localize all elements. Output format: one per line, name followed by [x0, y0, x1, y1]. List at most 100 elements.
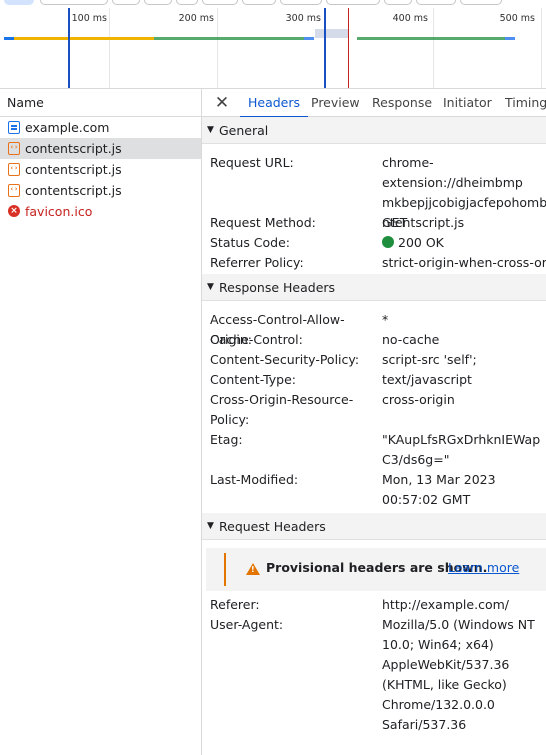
status-text: 200 OK: [398, 235, 444, 250]
filter-chip-manifest[interactable]: [326, 0, 380, 5]
general-section-header[interactable]: ▼ General: [202, 117, 546, 144]
header-value[interactable]: text/javascript: [382, 370, 546, 390]
filter-chip-js[interactable]: [176, 0, 198, 5]
timeline-overview[interactable]: 100 ms 200 ms 300 ms 400 ms 500 ms: [0, 8, 546, 89]
status-ok-icon: [382, 236, 394, 248]
value-line: 10.0; Win64; x64): [382, 637, 494, 652]
filter-chip-other[interactable]: [460, 0, 502, 5]
waterfall-bar: [304, 37, 314, 40]
header-key: Request Method:: [210, 215, 316, 230]
header-value[interactable]: no-cache: [382, 330, 546, 350]
header-key: Content-Type:: [210, 372, 296, 387]
value-line: 00:57:02 GMT: [382, 492, 471, 507]
close-icon[interactable]: ✕: [212, 92, 232, 114]
request-row[interactable]: × favicon.ico: [0, 201, 201, 222]
header-key: Request URL:: [210, 155, 294, 170]
filter-chip-css[interactable]: [144, 0, 172, 5]
value-line: Mozilla/5.0 (Windows NT: [382, 617, 535, 632]
header-key: Content-Security-Policy:: [210, 352, 360, 367]
waterfall-bar: [357, 37, 505, 40]
header-key: Last-Modified:: [210, 472, 299, 487]
collapse-triangle-icon: ▼: [207, 125, 214, 135]
error-icon: ×: [8, 205, 20, 217]
tab-initiator[interactable]: Initiator: [443, 89, 492, 117]
tab-headers[interactable]: Headers: [239, 89, 309, 118]
filter-chip-doc[interactable]: [112, 0, 140, 5]
collapse-triangle-icon: ▼: [207, 282, 214, 292]
section-title: Response Headers: [219, 280, 336, 295]
section-title: Request Headers: [219, 519, 326, 534]
filter-chip-all[interactable]: [4, 0, 34, 5]
grid-line: [109, 8, 110, 88]
header-value[interactable]: "KAupLfsRGxDrhknIEWap C3/ds6g=": [382, 430, 546, 470]
tab-response[interactable]: Response: [372, 89, 432, 117]
waterfall-bar: [154, 37, 304, 40]
filter-chip-media[interactable]: [280, 0, 322, 5]
header-value[interactable]: strict-origin-when-cross-origin: [382, 253, 546, 273]
value-line: "KAupLfsRGxDrhknIEWap: [382, 432, 541, 447]
value-line: Safari/537.36: [382, 717, 467, 732]
tick-label: 200 ms: [178, 13, 214, 24]
header-value[interactable]: *: [382, 310, 546, 330]
waterfall-bar: [505, 37, 515, 40]
status-value[interactable]: 200 OK: [382, 233, 546, 253]
selected-range: [315, 29, 349, 38]
tab-timing[interactable]: Timing: [505, 89, 546, 117]
detail-tabbar: ✕ Headers Preview Response Initiator Tim…: [202, 89, 546, 118]
request-row[interactable]: example.com: [0, 117, 201, 138]
request-row[interactable]: ‹› contentscript.js: [0, 180, 201, 201]
request-row[interactable]: ‹› contentscript.js: [0, 159, 201, 180]
provisional-headers-warning: Provisional headers are shown. Learn mor…: [206, 548, 546, 591]
filter-chip-wasm[interactable]: [416, 0, 456, 5]
header-key: User-Agent:: [210, 617, 284, 632]
request-name: contentscript.js: [25, 141, 122, 156]
key-line: Cross-Origin-Resource-: [210, 392, 354, 407]
filter-chip-img[interactable]: [242, 0, 276, 5]
header-value[interactable]: Mon, 13 Mar 2023 00:57:02 GMT: [382, 470, 546, 510]
filter-chip-font[interactable]: [202, 0, 238, 5]
request-row[interactable]: ‹› contentscript.js: [0, 138, 201, 159]
grid-line: [217, 8, 218, 88]
header-value[interactable]: script-src 'self';: [382, 350, 546, 370]
header-value[interactable]: http://example.com/: [382, 595, 546, 615]
request-list: Name example.com ‹› contentscript.js ‹› …: [0, 89, 202, 755]
request-detail-panel: ✕ Headers Preview Response Initiator Tim…: [202, 89, 546, 755]
header-value[interactable]: GET: [382, 213, 546, 233]
tab-preview[interactable]: Preview: [311, 89, 360, 117]
request-name: contentscript.js: [25, 183, 122, 198]
header-key: Referer:: [210, 597, 260, 612]
header-key: Cross-Origin-Resource- Policy:: [210, 390, 375, 430]
dom-content-loaded-marker: [324, 8, 326, 88]
general-section: Request URL: chrome-extension://dheimbmp…: [202, 144, 546, 274]
tick-label: 100 ms: [71, 13, 107, 24]
script-icon: ‹›: [8, 142, 20, 155]
header-value[interactable]: Mozilla/5.0 (Windows NT 10.0; Win64; x64…: [382, 615, 546, 735]
waterfall-bar: [4, 37, 14, 40]
value-line: Mon, 13 Mar 2023: [382, 472, 496, 487]
response-headers-section: Access-Control-Allow-Origin: * Cache-Con…: [202, 301, 546, 513]
request-name: example.com: [25, 120, 110, 135]
filter-chip-ws[interactable]: [384, 0, 412, 5]
devtools-network-panel: 100 ms 200 ms 300 ms 400 ms 500 ms Name …: [0, 0, 546, 755]
request-name: favicon.ico: [25, 204, 93, 219]
tick-label: 500 ms: [499, 13, 535, 24]
load-marker: [348, 8, 349, 88]
header-value[interactable]: cross-origin: [382, 390, 546, 410]
name-column-header[interactable]: Name: [0, 89, 201, 117]
request-headers-section-header[interactable]: ▼ Request Headers: [202, 513, 546, 540]
script-icon: ‹›: [8, 163, 20, 176]
request-headers-section: Referer: http://example.com/ User-Agent:…: [202, 591, 546, 741]
response-headers-section-header[interactable]: ▼ Response Headers: [202, 274, 546, 301]
key-line: Policy:: [210, 412, 250, 427]
warning-icon: [246, 563, 260, 575]
value-line: (KHTML, like Gecko): [382, 677, 507, 692]
header-key: Status Code:: [210, 235, 291, 250]
tick-label: 300 ms: [285, 13, 321, 24]
learn-more-link[interactable]: Learn more: [448, 560, 519, 575]
collapse-triangle-icon: ▼: [207, 521, 214, 531]
value-line: Chrome/132.0.0.0: [382, 697, 495, 712]
waterfall-bar: [14, 37, 154, 40]
value-line: mkbepjjcobigjacfepohombn/co: [382, 195, 546, 210]
filter-chip-fetch-xhr[interactable]: [40, 0, 108, 5]
tick-label: 400 ms: [392, 13, 428, 24]
